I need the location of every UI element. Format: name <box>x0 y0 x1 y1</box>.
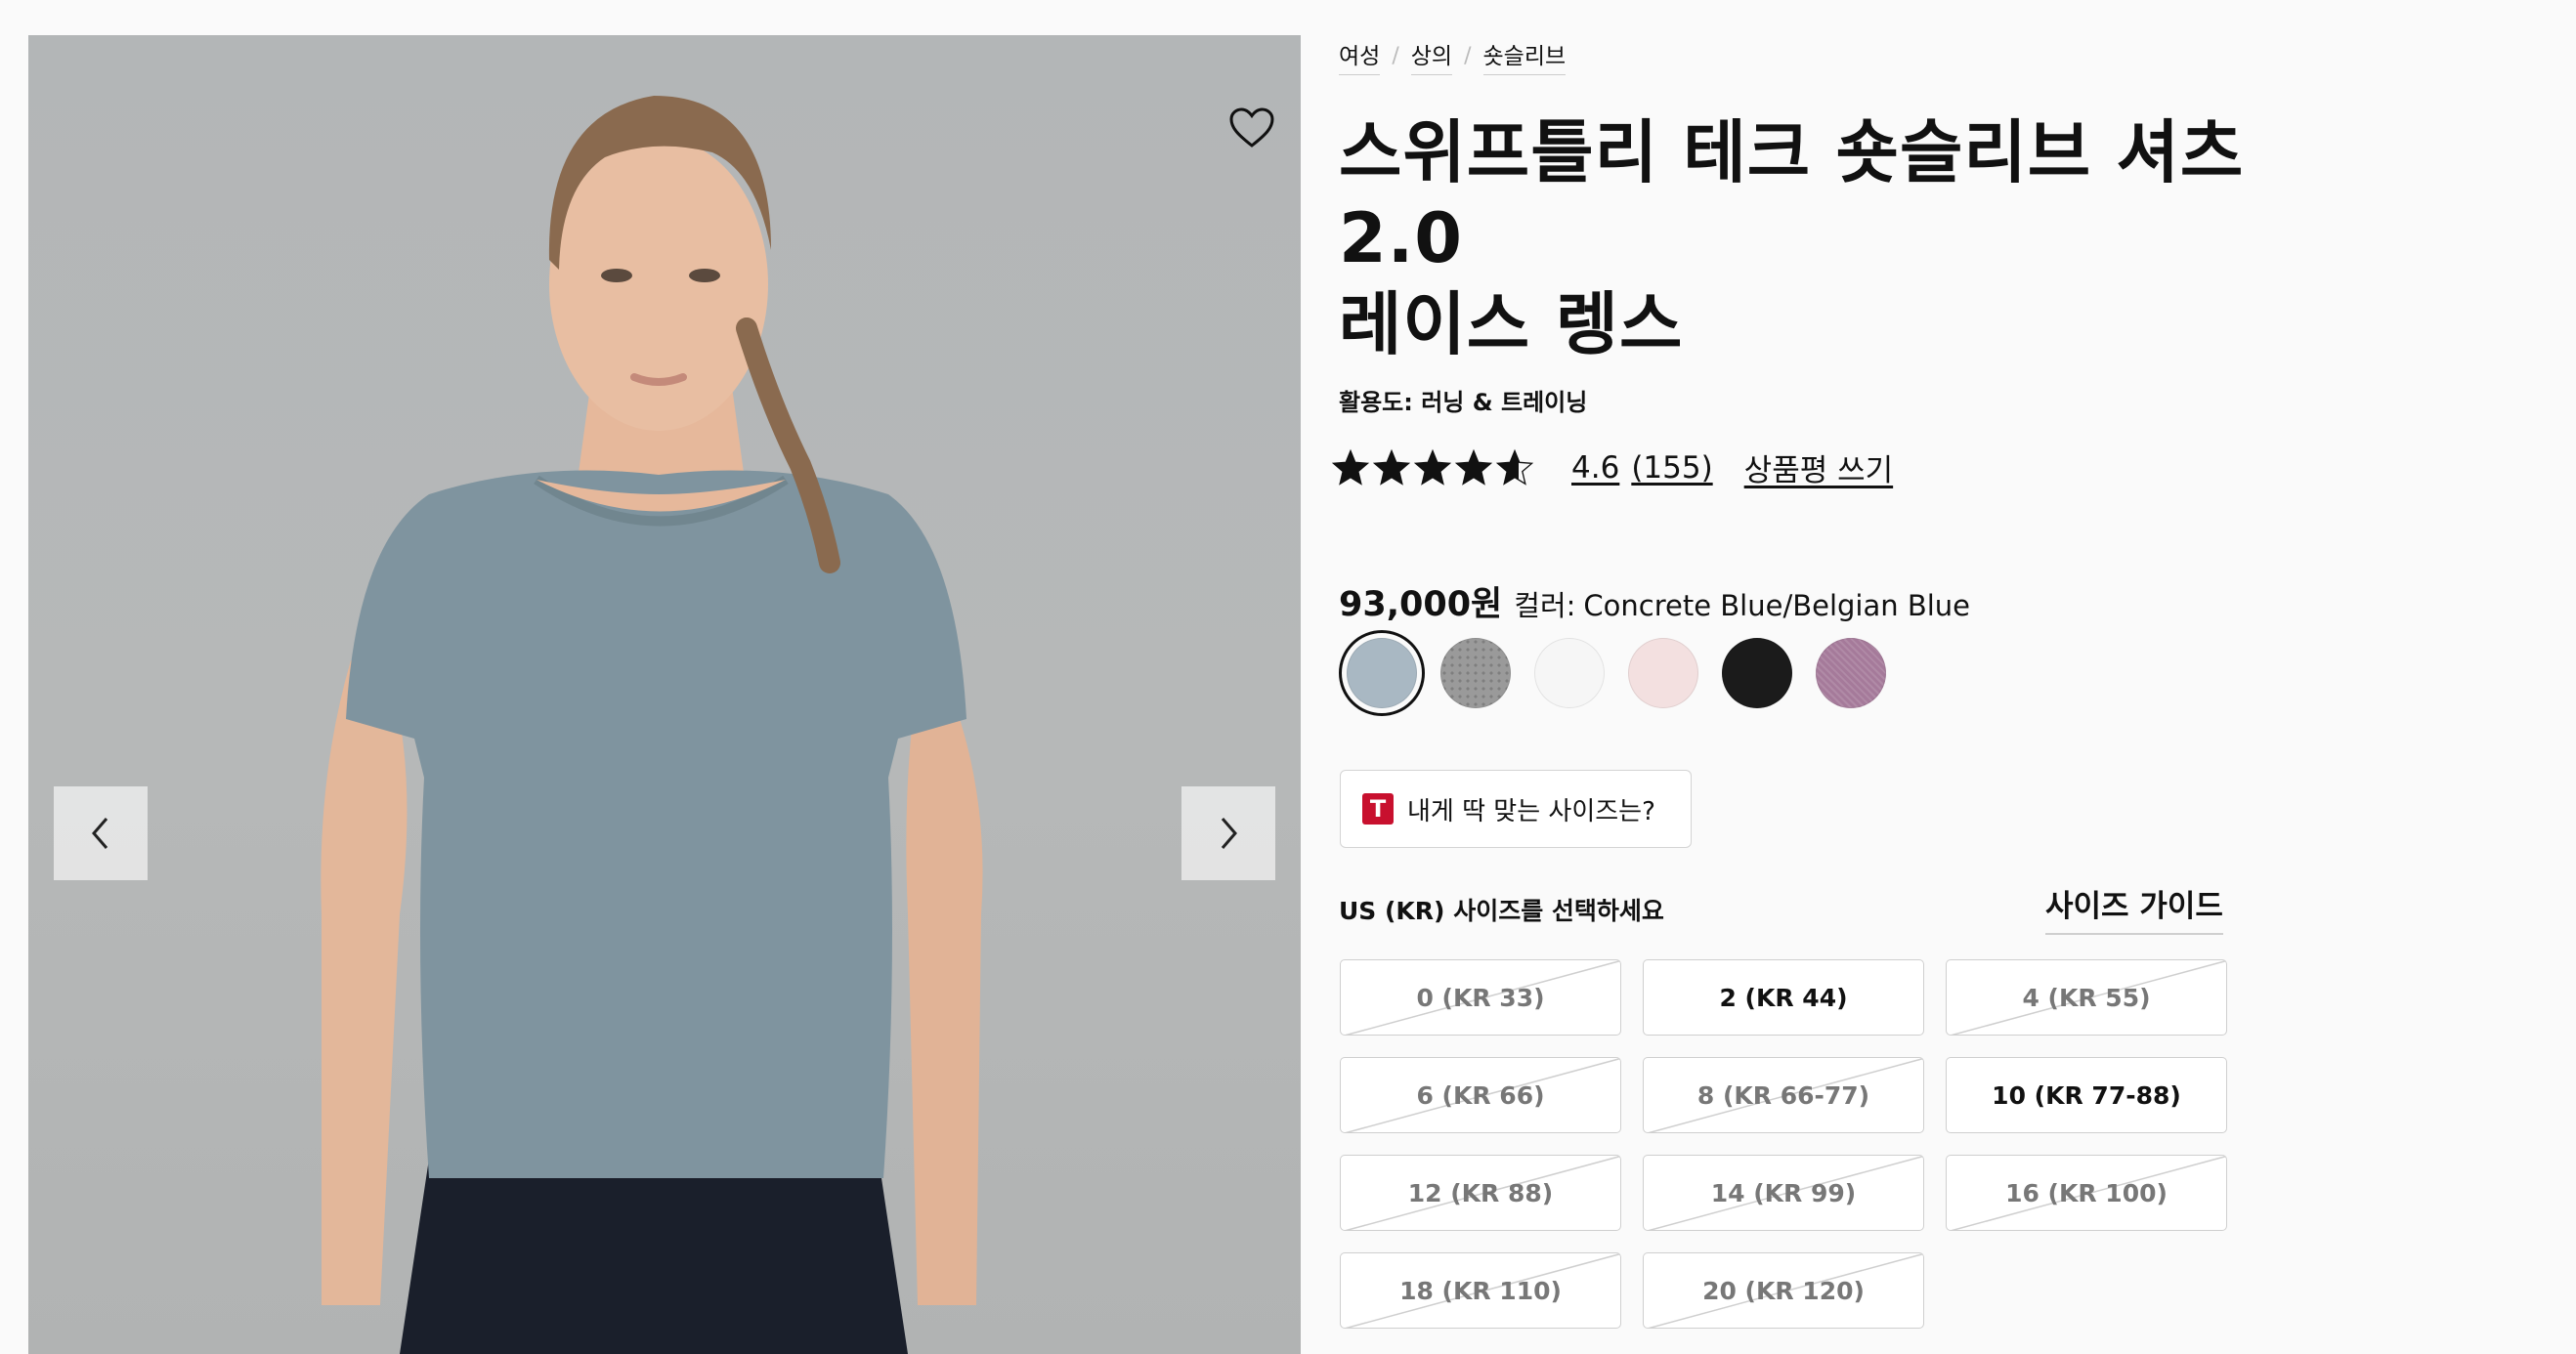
size-option-label: 16 (KR 100) <box>2005 1178 2168 1207</box>
breadcrumb-separator: / <box>1464 44 1472 68</box>
size-option[interactable]: 8 (KR 66-77) <box>1643 1057 1924 1133</box>
size-option-label: 2 (KR 44) <box>1719 983 1848 1012</box>
size-option[interactable]: 18 (KR 110) <box>1340 1252 1621 1329</box>
star-icon <box>1413 448 1452 486</box>
size-heading: US (KR) 사이즈를 선택하세요 <box>1339 897 1664 925</box>
size-option-label: 0 (KR 33) <box>1416 983 1545 1012</box>
color-swatch[interactable] <box>1339 630 1425 716</box>
color-swatch-chip <box>1440 638 1511 708</box>
breadcrumb-tops[interactable]: 상의 <box>1410 37 1453 75</box>
product-title-line: 레이스 렝스 <box>1339 284 1684 364</box>
rating-stars[interactable] <box>1331 448 1534 487</box>
chevron-left-icon <box>92 818 108 849</box>
size-option-label: 4 (KR 55) <box>2022 983 2151 1012</box>
size-option-label: 18 (KR 110) <box>1399 1276 1562 1305</box>
size-option-label: 8 (KR 66-77) <box>1696 1080 1870 1110</box>
star-icon <box>1495 448 1534 486</box>
size-option[interactable]: 10 (KR 77-88) <box>1946 1057 2227 1133</box>
star-icon <box>1372 448 1411 486</box>
star-icon <box>1331 448 1370 486</box>
star-icon <box>1454 448 1493 486</box>
size-option-label: 10 (KR 77-88) <box>1992 1080 2181 1110</box>
color-swatches <box>1339 630 1902 716</box>
size-option[interactable]: 12 (KR 88) <box>1340 1155 1621 1231</box>
size-option-label: 6 (KR 66) <box>1416 1080 1545 1110</box>
size-option[interactable]: 2 (KR 44) <box>1643 959 1924 1036</box>
review-count[interactable]: (155) <box>1631 450 1712 486</box>
previous-image-button[interactable] <box>54 786 148 880</box>
next-image-button[interactable] <box>1181 786 1275 880</box>
chevron-right-icon <box>1221 818 1237 849</box>
size-option[interactable]: 4 (KR 55) <box>1946 959 2227 1036</box>
color-swatch[interactable] <box>1808 630 1894 716</box>
color-swatch[interactable] <box>1433 630 1519 716</box>
product-image <box>28 35 1301 1354</box>
price-color-row: 93,000원 컬러: Concrete Blue/Belgian Blue <box>1339 576 1970 626</box>
color-label: 컬러: <box>1514 589 1576 622</box>
product-title: 스위프틀리 테크 숏슬리브 셔츠 2.0 레이스 렝스 <box>1339 109 2245 367</box>
product-title-line: 스위프틀리 테크 숏슬리브 셔츠 <box>1339 112 2245 192</box>
size-option[interactable]: 14 (KR 99) <box>1643 1155 1924 1231</box>
size-option-label: 14 (KR 99) <box>1710 1178 1857 1207</box>
size-option[interactable]: 0 (KR 33) <box>1340 959 1621 1036</box>
heart-outline-icon <box>1229 107 1274 148</box>
color-swatch-chip <box>1722 638 1792 708</box>
color-swatch-chip <box>1816 638 1886 708</box>
write-review-link[interactable]: 상품평 쓰기 <box>1744 445 1893 489</box>
color-swatch[interactable] <box>1714 630 1800 716</box>
color-swatch[interactable] <box>1620 630 1706 716</box>
color-swatch-chip <box>1534 638 1605 708</box>
fit-finder-label: 내게 딱 맞는 사이즈는? <box>1407 796 1655 826</box>
size-option-label: 20 (KR 120) <box>1702 1276 1865 1305</box>
breadcrumb-separator: / <box>1392 44 1399 68</box>
product-title-line: 2.0 <box>1339 198 1464 278</box>
size-option-label: 12 (KR 88) <box>1407 1178 1554 1207</box>
model-photo <box>321 96 983 1354</box>
fit-finder-button[interactable]: T 내게 딱 맞는 사이즈는? <box>1340 770 1692 848</box>
color-name: Concrete Blue/Belgian Blue <box>1583 589 1971 622</box>
color-swatch[interactable] <box>1526 630 1612 716</box>
size-guide-link[interactable]: 사이즈 가이드 <box>2045 881 2223 935</box>
product-price: 93,000원 <box>1339 585 1503 624</box>
product-activity: 활용도: 러닝 & 트레이닝 <box>1339 389 1588 416</box>
breadcrumb-short-sleeve[interactable]: 숏슬리브 <box>1482 37 1567 75</box>
size-option[interactable]: 6 (KR 66) <box>1340 1057 1621 1133</box>
breadcrumb-women[interactable]: 여성 <box>1339 37 1381 75</box>
color-swatch-chip <box>1347 638 1417 708</box>
size-option[interactable]: 16 (KR 100) <box>1946 1155 2227 1231</box>
size-option[interactable]: 20 (KR 120) <box>1643 1252 1924 1329</box>
rating-value[interactable]: 4.6 <box>1571 450 1619 486</box>
fit-finder-icon: T <box>1362 793 1394 825</box>
color-swatch-chip <box>1628 638 1698 708</box>
wishlist-button[interactable] <box>1226 106 1277 150</box>
rating-row: 4.6 (155) 상품평 쓰기 <box>1331 445 1893 489</box>
breadcrumb: 여성 / 상의 / 숏슬리브 <box>1339 37 1567 75</box>
